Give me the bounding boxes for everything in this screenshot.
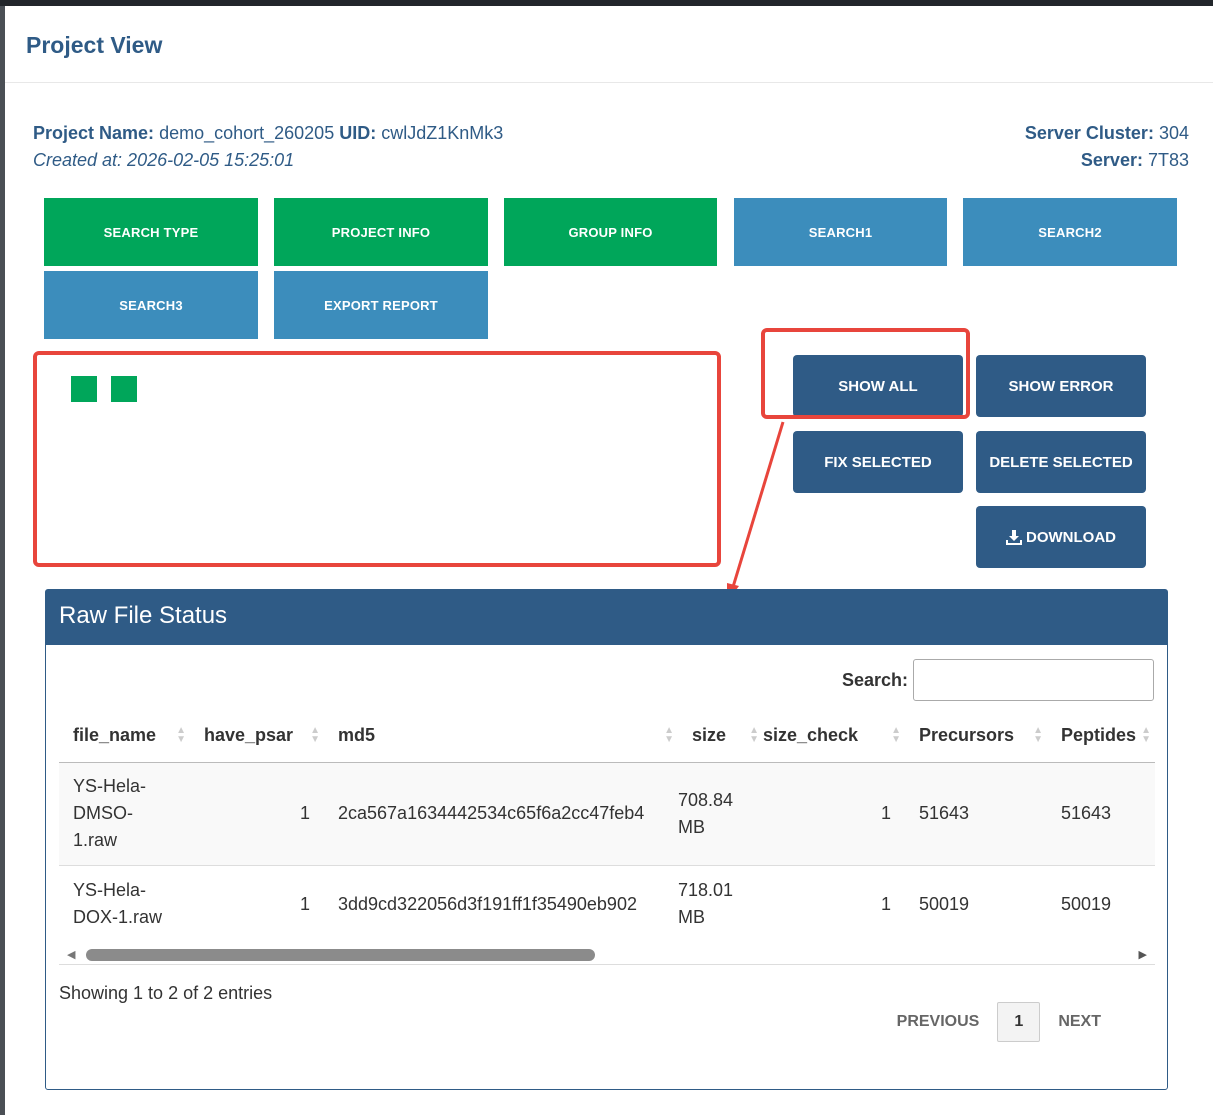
project-info-left: Project Name: demo_cohort_260205 UID: cw…	[33, 120, 503, 174]
cell-precursors: 51643	[905, 762, 1047, 866]
server-value: 7T83	[1147, 150, 1189, 170]
column-header-precursors[interactable]: Precursors ▲ ▼	[905, 710, 1047, 763]
table-scroll-area: file_name ▲ ▼ have_psar ▲ ▼ md5 ▲ ▼ size ▲ ▼ siz…	[59, 710, 1155, 945]
cell-file-name: YS-Hela- DOX-1.raw	[73, 880, 163, 928]
sort-icon: ▲ ▼	[310, 725, 320, 745]
table-search: Search:	[842, 659, 1154, 701]
cell-md5: 2ca567a1634442534c65f6a2cc47feb4	[324, 762, 678, 866]
cluster-label: Server Cluster:	[1024, 123, 1154, 143]
cell-size-check: 1	[763, 762, 905, 866]
sort-icon: ▲ ▼	[664, 725, 674, 745]
cell-size: 708.84 MB	[678, 762, 763, 866]
scroll-right-icon[interactable]: ▶	[1139, 948, 1147, 961]
cell-have-psar: 1	[299, 893, 310, 914]
column-header-size-check[interactable]: size_check ▲ ▼	[763, 710, 905, 763]
highlight-box-show-all	[761, 328, 970, 419]
raw-file-status-panel: Raw File Status Search: file_name ▲ ▼ have…	[45, 589, 1168, 1090]
column-header-file-name[interactable]: file_name ▲ ▼	[59, 710, 190, 763]
next-page-button[interactable]: NEXT	[1040, 1013, 1119, 1031]
group-info-button[interactable]: GROUP INFO	[504, 198, 717, 266]
entries-info: Showing 1 to 2 of 2 entries	[59, 983, 273, 1003]
sort-icon: ▲ ▼	[1141, 725, 1151, 745]
column-header-peptides[interactable]: Peptides ▲ ▼	[1047, 710, 1155, 763]
cell-peptides: 51643	[1047, 762, 1155, 866]
sort-icon: ▲ ▼	[1033, 725, 1043, 745]
page-1-button[interactable]: 1	[997, 1002, 1041, 1042]
export-report-button[interactable]: EXPORT REPORT	[274, 271, 488, 339]
delete-selected-button[interactable]: DELETE SELECTED	[976, 431, 1146, 493]
table-row[interactable]: YS-Hela- DOX-1.raw 1 3dd9cd322056d3f191ff…	[59, 865, 1155, 943]
search-label: Search:	[841, 669, 908, 690]
server-label: Server:	[1080, 150, 1143, 170]
show-error-button[interactable]: SHOW ERROR	[976, 355, 1146, 417]
download-label: DOWNLOAD	[1026, 528, 1116, 546]
scroll-left-icon[interactable]: ◀	[67, 948, 75, 961]
cell-have-psar: 1	[190, 762, 324, 866]
cell-file-name: YS-Hela- DMSO- 1.raw	[59, 762, 190, 866]
column-header-md5[interactable]: md5 ▲ ▼	[324, 710, 678, 763]
sort-icon: ▲ ▼	[891, 725, 901, 745]
search3-button[interactable]: SEARCH3	[44, 271, 258, 339]
download-button[interactable]: DOWNLOAD	[976, 506, 1146, 568]
sort-icon: ▲ ▼	[749, 725, 759, 745]
project-info-button[interactable]: PROJECT INFO	[274, 198, 488, 266]
cell-md5: 3dd9cd322056d3f191ff1f35490eb902	[338, 893, 637, 914]
search-type-button[interactable]: SEARCH TYPE	[44, 198, 258, 266]
raw-file-table: file_name ▲ ▼ have_psar ▲ ▼ md5 ▲ ▼ size ▲ ▼ siz…	[59, 710, 1155, 943]
cluster-line: Server Cluster: 304	[1025, 120, 1189, 147]
highlight-box-empty-area	[33, 351, 721, 567]
search1-button[interactable]: SEARCH1	[734, 198, 947, 266]
project-name-line: Project Name: demo_cohort_260205 UID: cw…	[33, 120, 503, 147]
column-header-size[interactable]: size ▲ ▼	[678, 710, 763, 763]
cell-peptides: 50019	[1061, 893, 1112, 914]
uid-label: UID:	[339, 123, 377, 143]
download-icon	[1006, 529, 1022, 545]
cell-size: 718.01 MB	[678, 880, 734, 928]
table-header-row: file_name ▲ ▼ have_psar ▲ ▼ md5 ▲ ▼ size ▲ ▼ siz…	[59, 710, 1155, 763]
server-info: Server Cluster: 304 Server: 7T83	[1025, 120, 1189, 174]
project-name-value: demo_cohort_260205	[159, 123, 335, 143]
scrollbar-thumb[interactable]	[86, 949, 595, 961]
column-header-have-psar[interactable]: have_psar ▲ ▼	[190, 710, 324, 763]
fix-selected-button[interactable]: FIX SELECTED	[793, 431, 963, 493]
cell-size-check: 1	[880, 893, 891, 914]
created-at: Created at: 2026-02-05 15:25:01	[33, 150, 295, 170]
panel-title: Raw File Status	[46, 590, 1167, 645]
search2-button[interactable]: SEARCH2	[963, 198, 1177, 266]
modal-title: Project View	[26, 32, 163, 58]
sort-icon: ▲ ▼	[176, 725, 186, 745]
project-name-label: Project Name:	[33, 123, 155, 143]
modal-header: Project View	[5, 6, 1213, 83]
search-input[interactable]	[913, 659, 1154, 701]
cell-precursors: 50019	[919, 893, 970, 914]
horizontal-scrollbar[interactable]: ◀ ▶	[59, 945, 1155, 965]
table-row[interactable]: YS-Hela- DMSO- 1.raw 1 2ca567a1634442534c6…	[59, 762, 1155, 866]
cluster-value: 304	[1158, 123, 1189, 143]
previous-page-button[interactable]: PREVIOUS	[879, 1013, 998, 1031]
uid-value: cwlJdZ1KnMk3	[381, 123, 504, 143]
pagination: PREVIOUS 1 NEXT	[879, 1002, 1119, 1042]
server-line: Server: 7T83	[1025, 147, 1189, 174]
